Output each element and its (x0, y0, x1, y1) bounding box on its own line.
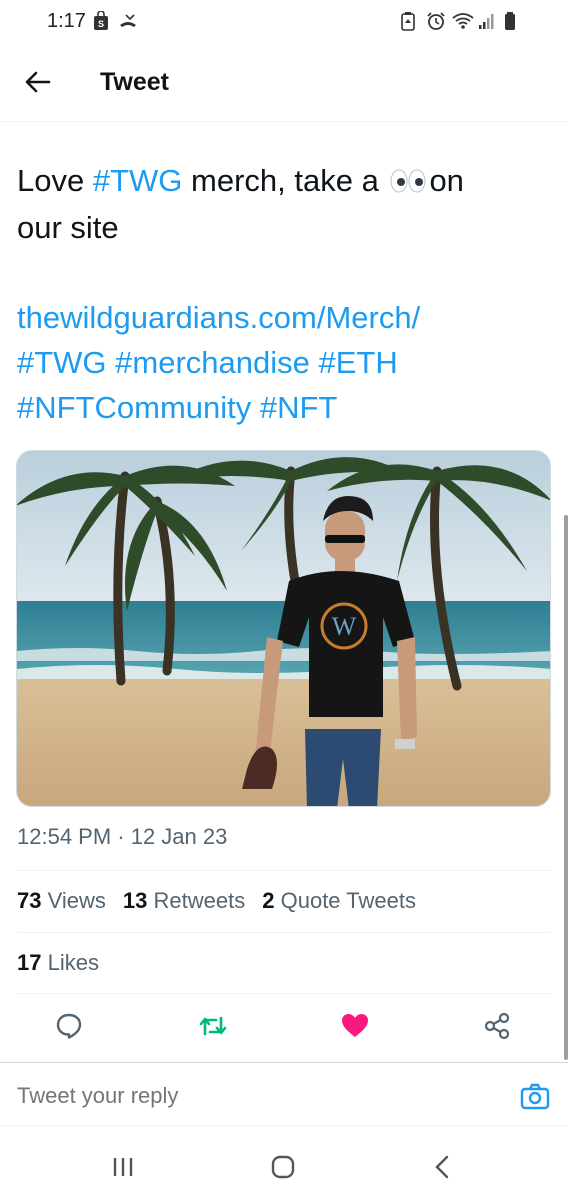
back-nav-button[interactable] (422, 1154, 462, 1184)
recent-apps-icon (111, 1156, 135, 1183)
battery-saver-icon (400, 11, 418, 31)
eyes-emoji-icon (389, 160, 427, 205)
wifi-icon (452, 11, 474, 31)
tweet-text: Love #TWG merch, take a on our site thew… (17, 158, 551, 430)
retweets-stat[interactable]: 13 Retweets (123, 888, 245, 914)
page-title: Tweet (100, 68, 169, 96)
reply-icon (55, 1012, 83, 1045)
retweets-label: Retweets (153, 888, 246, 913)
views-stat[interactable]: 73 Views (17, 888, 106, 914)
views-label: Views (47, 888, 106, 913)
chevron-left-icon (434, 1155, 450, 1184)
tweet-actions (0, 1008, 568, 1048)
alarm-icon (426, 11, 445, 31)
home-button[interactable] (263, 1154, 303, 1184)
tweet-text-segment: our site (17, 210, 119, 246)
tweet-text-segment: merch, take a (182, 163, 388, 198)
retweets-count: 13 (122, 888, 148, 913)
heart-icon (341, 1013, 369, 1044)
hashtag-links[interactable]: #NFTCommunity #NFT (17, 390, 337, 425)
svg-text:W: W (332, 612, 357, 641)
quotes-count: 2 (262, 888, 275, 913)
home-icon (270, 1154, 296, 1185)
divider (17, 870, 551, 871)
android-nav-bar (0, 1140, 568, 1200)
missed-call-icon (118, 11, 136, 31)
likes-count: 17 (17, 950, 42, 975)
share-icon (483, 1012, 511, 1045)
reply-input[interactable] (17, 1083, 487, 1109)
divider (17, 932, 551, 933)
status-time: 1:17 (47, 10, 86, 32)
back-button[interactable] (20, 66, 56, 102)
likes-stat[interactable]: 17 Likes (17, 950, 99, 976)
retweet-icon (198, 1012, 228, 1045)
camera-icon (520, 1083, 550, 1116)
likes-label: Likes (47, 950, 99, 975)
tweet-media-image[interactable]: W (16, 450, 551, 807)
camera-button[interactable] (520, 1082, 550, 1112)
recent-apps-button[interactable] (103, 1154, 143, 1184)
status-bar: 1:17 S (0, 0, 568, 44)
scrollbar[interactable] (564, 515, 568, 1060)
reply-bar (0, 1062, 568, 1126)
hashtag-link[interactable]: #TWG (93, 163, 183, 198)
hashtag-links[interactable]: #TWG #merchandise #ETH (17, 345, 398, 380)
svg-text:S: S (98, 19, 104, 29)
tweet-text-segment: on (429, 163, 464, 198)
reply-button[interactable] (49, 1008, 89, 1048)
views-count: 73 (17, 888, 42, 913)
tweet-stats: 73 Views 13 Retweets 2 Quote Tweets (17, 888, 416, 914)
arrow-left-icon (25, 71, 51, 98)
signal-icon (478, 11, 496, 31)
quotes-label: Quote Tweets (280, 888, 416, 913)
share-button[interactable] (477, 1008, 517, 1048)
shopping-bag-icon: S (92, 10, 110, 31)
website-link[interactable]: thewildguardians.com/Merch/ (17, 300, 420, 335)
tweet-header: Tweet (0, 44, 568, 122)
quote-tweets-stat[interactable]: 2 Quote Tweets (262, 888, 416, 914)
tweet-timestamp[interactable]: 12:54 PM · 12 Jan 23 (17, 824, 227, 850)
divider (17, 993, 551, 994)
retweet-button[interactable] (193, 1008, 233, 1048)
battery-icon (504, 11, 522, 31)
like-button[interactable] (335, 1008, 375, 1048)
tweet-text-segment: Love (17, 163, 93, 198)
